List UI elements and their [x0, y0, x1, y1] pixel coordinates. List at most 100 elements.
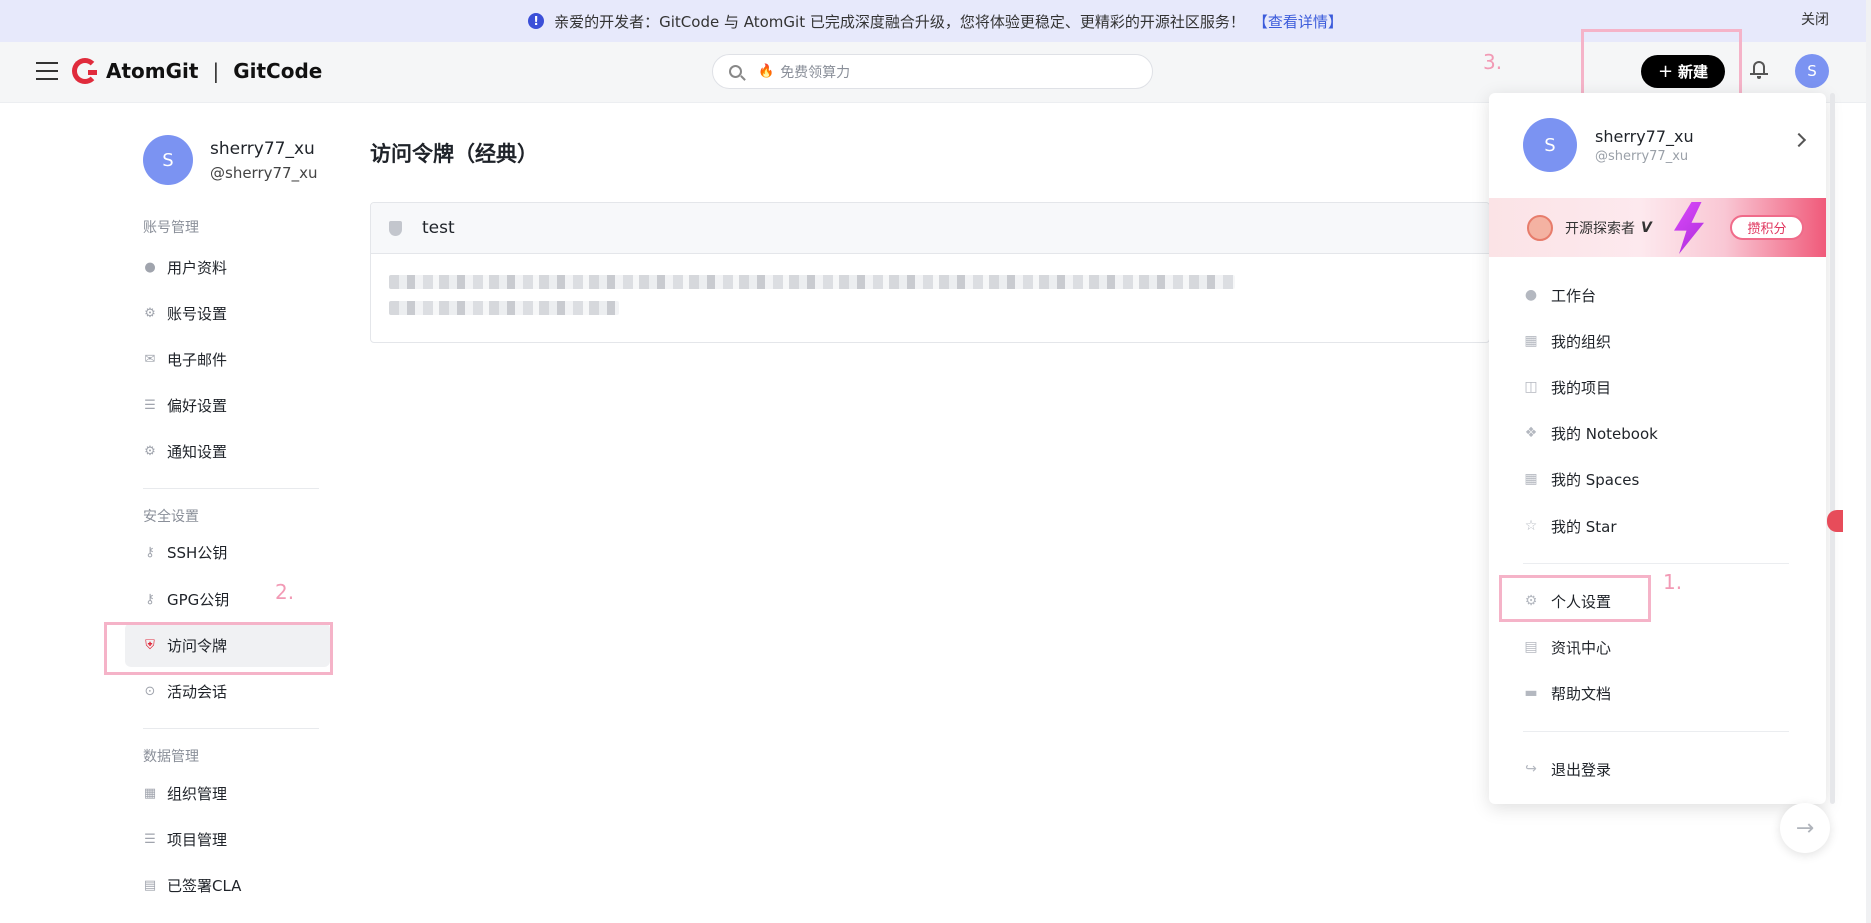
search-input[interactable]: 免费领算力: [780, 62, 850, 82]
new-button[interactable]: + 新建: [1641, 55, 1725, 88]
dropdown-scrollbar[interactable]: [1830, 93, 1835, 804]
sidebar-item-label: 电子邮件: [167, 350, 228, 369]
banner-text: 亲爱的开发者：GitCode 与 AtomGit 已完成深度融合升级，您将体验更…: [554, 12, 1245, 31]
menu-item-logout[interactable]: ↪ 退出登录: [1523, 749, 1793, 789]
promo-banner[interactable]: 开源探索者 V 攒积分: [1489, 198, 1826, 257]
site-logo[interactable]: AtomGit | GitCode: [72, 58, 322, 84]
menu-item-my-orgs[interactable]: ▦ 我的组织: [1523, 321, 1793, 361]
building-icon: ▦: [1524, 333, 1538, 349]
layers-icon: ☰: [144, 831, 156, 847]
menu-item-my-projects[interactable]: ◫ 我的项目: [1523, 367, 1793, 407]
menu-item-help-docs[interactable]: ▬ 帮助文档: [1523, 673, 1793, 713]
user-dropdown-menu: S sherry77_xu @sherry77_xu 开源探索者 V 攒积分 ●…: [1489, 93, 1826, 804]
annotation-step-3: 3.: [1483, 50, 1503, 74]
annotation-step-1: 1.: [1663, 570, 1683, 594]
promo-badge: V: [1641, 219, 1652, 236]
menu-item-news-center[interactable]: ▤ 资讯中心: [1523, 627, 1793, 667]
logo-atomgit: AtomGit: [106, 59, 199, 83]
sidebar-item-label: SSH公钥: [167, 543, 228, 562]
shield-icon: [389, 220, 402, 236]
sliders-icon: ☰: [144, 397, 156, 413]
menu-item-my-star[interactable]: ☆ 我的 Star: [1523, 506, 1793, 546]
sidebar-item-active-sessions[interactable]: ⊙ 活动会话: [125, 669, 330, 713]
menu-item-label: 资讯中心: [1551, 638, 1612, 657]
page-scrollbar[interactable]: [1866, 0, 1871, 923]
sidebar-item-email[interactable]: ✉ 电子邮件: [125, 337, 330, 381]
grid-icon: ▦: [1524, 471, 1538, 487]
fire-icon: 🔥: [758, 64, 775, 79]
sidebar-item-label: 组织管理: [167, 784, 228, 803]
dropdown-username: sherry77_xu: [1595, 126, 1694, 146]
arrow-right-icon[interactable]: →: [1780, 803, 1830, 853]
divider: [1523, 563, 1789, 564]
search-icon: [729, 65, 742, 78]
sidebar-item-label: 活动会话: [167, 682, 228, 701]
highlight-box-personal-settings: [1499, 575, 1651, 622]
username: sherry77_xu: [210, 138, 315, 159]
divider: [143, 728, 319, 729]
gitcode-logo-icon: [72, 58, 98, 84]
sidebar-item-preferences[interactable]: ☰ 偏好设置: [125, 383, 330, 427]
sidebar-item-profile[interactable]: ● 用户资料: [125, 245, 330, 289]
sidebar-item-label: GPG公钥: [167, 590, 230, 609]
new-button-label: 新建: [1678, 63, 1709, 81]
menu-item-label: 退出登录: [1551, 760, 1612, 779]
menu-item-label: 我的组织: [1551, 332, 1612, 351]
earn-points-button[interactable]: 攒积分: [1730, 215, 1804, 240]
blurred-token-value: [389, 301, 619, 315]
menu-item-label: 我的 Spaces: [1551, 470, 1640, 489]
logo-separator: |: [212, 59, 220, 83]
blurred-token-value: [389, 275, 1235, 289]
lightning-icon: [1674, 202, 1704, 254]
folder-icon: ▬: [1524, 685, 1538, 701]
menu-item-my-notebook[interactable]: ❖ 我的 Notebook: [1523, 413, 1793, 453]
broadcast-icon: ⊙: [144, 683, 156, 699]
user-icon: ●: [1524, 287, 1538, 303]
sidebar-item-label: 用户资料: [167, 258, 228, 277]
mascot-icon: [1527, 214, 1553, 241]
menu-icon[interactable]: [36, 62, 58, 82]
sidebar-item-ssh-keys[interactable]: ⚷ SSH公钥: [125, 530, 330, 574]
project-icon: ◫: [1524, 379, 1538, 395]
menu-item-label: 我的 Notebook: [1551, 424, 1658, 443]
user-handle: @sherry77_xu: [210, 163, 318, 182]
divider: [143, 488, 319, 489]
dropdown-handle: @sherry77_xu: [1595, 148, 1689, 164]
sidebar-item-label: 偏好设置: [167, 396, 228, 415]
news-icon: ▤: [1524, 639, 1538, 655]
promo-title: 开源探索者: [1565, 220, 1635, 237]
info-icon: !: [528, 13, 545, 29]
divider: [1523, 731, 1789, 732]
chevron-right-icon: [1791, 132, 1807, 148]
token-card: test: [370, 202, 1490, 343]
notification-gear-icon: ⚙: [144, 443, 156, 459]
sidebar-item-account-settings[interactable]: ⚙ 账号设置: [125, 291, 330, 335]
sidebar-item-label: 已签署CLA: [167, 876, 242, 895]
bell-icon[interactable]: [1750, 59, 1768, 81]
sidebar-item-signed-cla[interactable]: ▤ 已签署CLA: [125, 863, 330, 907]
menu-item-workbench[interactable]: ● 工作台: [1523, 275, 1793, 315]
user-avatar-button[interactable]: S: [1795, 54, 1829, 88]
sidebar-item-notifications[interactable]: ⚙ 通知设置: [125, 429, 330, 473]
sidebar-item-label: 账号设置: [167, 304, 228, 323]
page-title: 访问令牌（经典）: [370, 142, 538, 166]
token-card-header: test: [371, 203, 1489, 254]
sidebar-item-project-management[interactable]: ☰ 项目管理: [125, 817, 330, 861]
sidebar-item-label: 项目管理: [167, 830, 228, 849]
menu-item-label: 我的项目: [1551, 378, 1612, 397]
sidebar-profile: S sherry77_xu @sherry77_xu: [143, 135, 317, 185]
gear-icon: ⚙: [144, 305, 156, 321]
close-banner-button[interactable]: 关闭: [1801, 9, 1829, 29]
dropdown-user-profile[interactable]: S sherry77_xu @sherry77_xu: [1523, 118, 1808, 172]
menu-item-my-spaces[interactable]: ▦ 我的 Spaces: [1523, 459, 1793, 499]
section-title-data: 数据管理: [143, 749, 199, 765]
side-feedback-badge[interactable]: [1827, 510, 1843, 532]
view-details-link[interactable]: 【查看详情】: [1253, 11, 1343, 32]
star-icon: ☆: [1524, 518, 1538, 534]
highlight-box-access-tokens: [104, 622, 333, 675]
sidebar-item-org-management[interactable]: ▦ 组织管理: [125, 771, 330, 815]
sidebar-item-gpg-keys[interactable]: ⚷ GPG公钥: [125, 577, 330, 621]
section-title-security: 安全设置: [143, 509, 199, 525]
search-bar[interactable]: 🔥 免费领算力: [712, 54, 1153, 89]
key-icon: ⚷: [145, 591, 155, 607]
